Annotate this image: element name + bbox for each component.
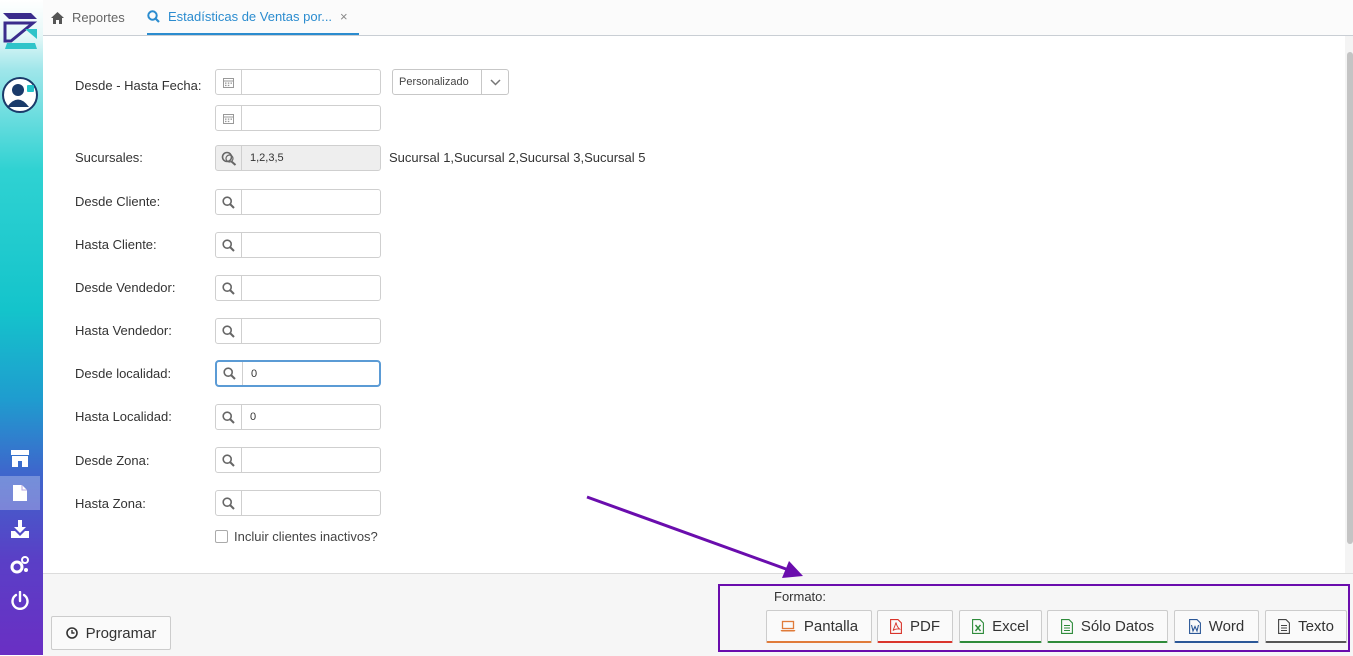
annotation-arrow xyxy=(586,495,803,578)
